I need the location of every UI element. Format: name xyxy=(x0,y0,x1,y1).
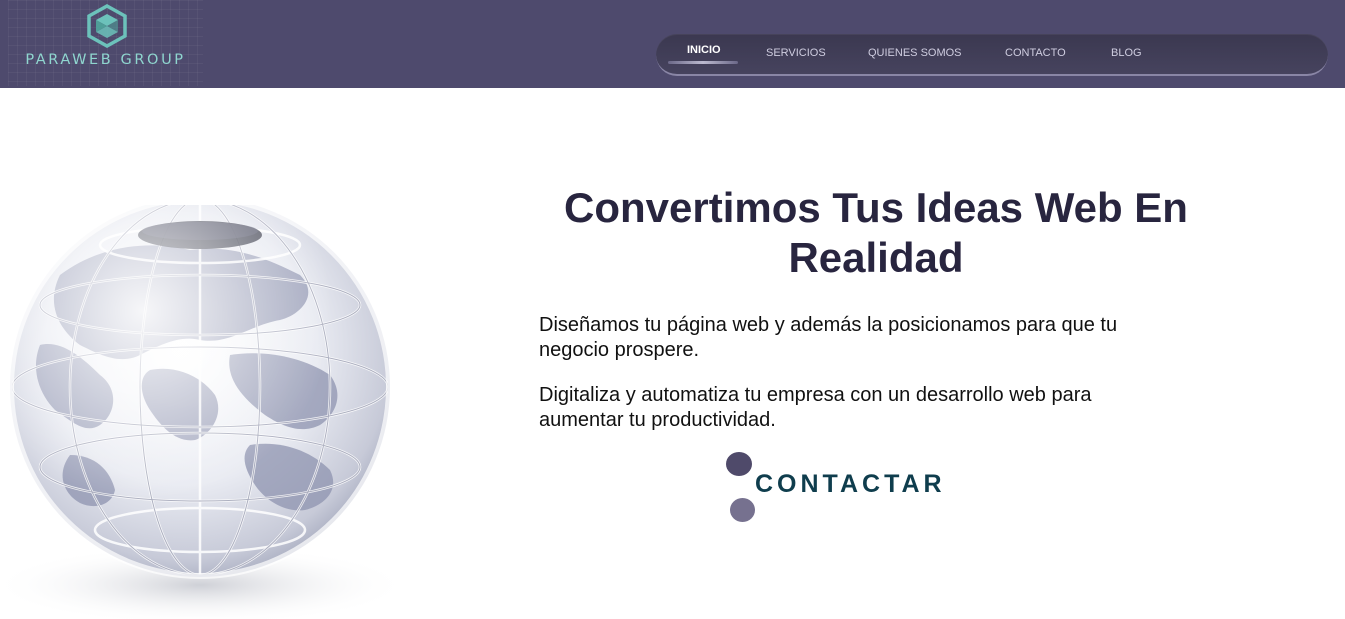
nav-item-contacto[interactable]: CONTACTO xyxy=(1005,34,1066,74)
hero-globe-image xyxy=(0,195,420,619)
hero-title: Convertimos Tus Ideas Web En Realidad xyxy=(564,184,1188,281)
cta-dot-decoration xyxy=(730,498,755,522)
brand-name: PARAWEB GROUP xyxy=(25,52,186,68)
hexagon-s-logo-icon xyxy=(87,4,127,48)
hero-paragraph-2: Digitaliza y automatiza tu empresa con u… xyxy=(539,384,1092,431)
cta-dot-decoration xyxy=(726,452,752,476)
main-navigation: INICIO SERVICIOS QUIENES SOMOS CONTACTO … xyxy=(656,34,1328,76)
nav-item-servicios[interactable]: SERVICIOS xyxy=(766,34,826,74)
hero-paragraph-1: Diseñamos tu página web y además la posi… xyxy=(539,314,1118,361)
glass-globe-illustration xyxy=(0,195,410,619)
site-header: PARAWEB GROUP INICIO SERVICIOS QUIENES S… xyxy=(0,0,1345,88)
contactar-button[interactable]: CONTACTAR xyxy=(724,450,964,526)
page: PARAWEB GROUP INICIO SERVICIOS QUIENES S… xyxy=(0,0,1345,619)
nav-item-inicio[interactable]: INICIO xyxy=(687,31,721,71)
nav-item-quienes-somos[interactable]: QUIENES SOMOS xyxy=(868,34,962,74)
brand-logo[interactable]: PARAWEB GROUP xyxy=(8,0,203,86)
contactar-label: CONTACTAR xyxy=(755,470,946,498)
nav-item-blog[interactable]: BLOG xyxy=(1111,34,1142,74)
